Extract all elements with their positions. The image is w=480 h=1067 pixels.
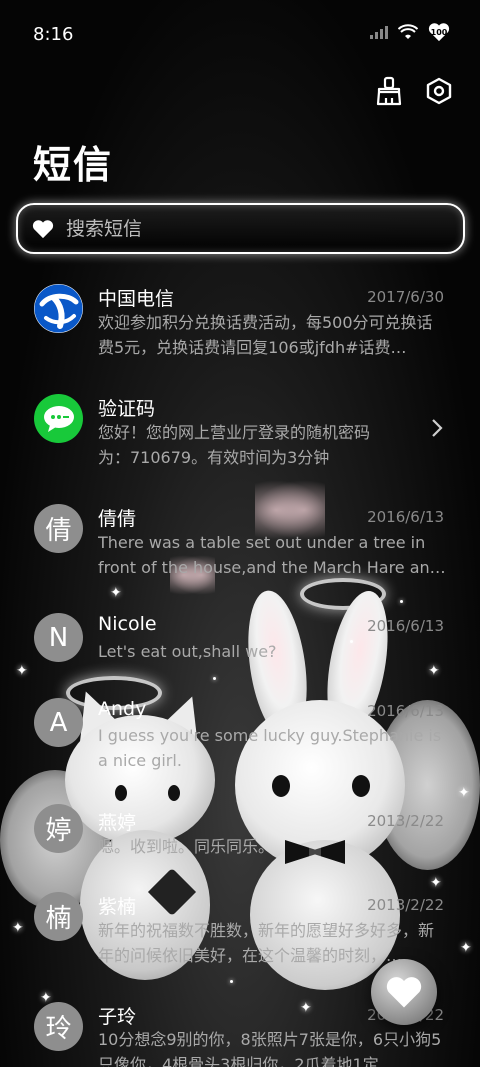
message-preview: Let's eat out,shall we? bbox=[98, 642, 277, 661]
message-date: 2016/6/13 bbox=[367, 617, 444, 635]
contact-name: 紫楠 bbox=[98, 896, 137, 918]
message-date: 2016/6/13 bbox=[367, 702, 444, 720]
message-preview: 欢迎参加积分兑换话费活动，每500分可兑换话费5元，兑换话费请回复106或jfd… bbox=[98, 313, 433, 357]
search-input[interactable] bbox=[66, 217, 426, 240]
message-preview: 10分想念9别的你，8张照片7张是你，6只小狗5只像你，4根骨头3根归你，2爪着… bbox=[98, 1030, 442, 1067]
settings-hexagon-icon[interactable] bbox=[424, 76, 454, 106]
battery-heart-icon: 100 bbox=[428, 22, 450, 42]
message-date: 2013/2/22 bbox=[367, 896, 444, 914]
contact-name: 验证码 bbox=[98, 398, 156, 420]
message-item[interactable]: A Andy 2016/6/13 I guess you're some luc… bbox=[0, 694, 480, 794]
status-bar: 8:16 100 bbox=[0, 0, 480, 68]
message-preview: 您好！您的网上营业厅登录的随机密码为：710679。有效时间为3分钟 bbox=[98, 423, 371, 467]
heart-icon bbox=[386, 977, 422, 1008]
contact-name: 子玲 bbox=[98, 1006, 137, 1028]
chat-bubble-icon bbox=[34, 394, 83, 443]
message-item[interactable]: 验证码 您好！您的网上营业厅登录的随机密码为：710679。有效时间为3分钟 bbox=[0, 386, 480, 486]
broom-icon[interactable] bbox=[374, 76, 404, 106]
avatar: 倩 bbox=[34, 504, 83, 553]
wifi-icon bbox=[398, 24, 418, 39]
message-preview: 嗯。收到啦。同乐同乐。 bbox=[98, 837, 275, 856]
header-actions bbox=[374, 76, 454, 106]
contact-name: 燕婷 bbox=[98, 812, 137, 834]
search-bar[interactable] bbox=[16, 203, 465, 254]
avatar: 玲 bbox=[34, 1002, 83, 1051]
avatar: 婷 bbox=[34, 804, 83, 853]
contact-name: 倩倩 bbox=[98, 508, 137, 530]
heart-icon bbox=[32, 219, 54, 238]
sparkle-dot bbox=[400, 600, 403, 603]
message-date: 2013/2/22 bbox=[367, 812, 444, 830]
message-item[interactable]: 中国电信 2017/6/30 欢迎参加积分兑换话费活动，每500分可兑换话费5元… bbox=[0, 276, 480, 376]
avatar: N bbox=[34, 613, 83, 662]
message-item[interactable]: N Nicole 2016/6/13 Let's eat out,shall w… bbox=[0, 605, 480, 705]
page-title: 短信 bbox=[33, 143, 114, 187]
message-item[interactable]: 倩 倩倩 2016/6/13 There was a table set out… bbox=[0, 496, 480, 596]
message-preview: There was a table set out under a tree i… bbox=[98, 533, 446, 577]
status-time: 8:16 bbox=[33, 24, 74, 45]
message-date: 2016/6/13 bbox=[367, 508, 444, 526]
message-date: 2017/6/30 bbox=[367, 288, 444, 306]
status-icons: 100 bbox=[370, 22, 450, 42]
china-telecom-logo-icon bbox=[34, 284, 83, 333]
avatar: A bbox=[34, 698, 83, 747]
avatar: 楠 bbox=[34, 892, 83, 941]
contact-name: Nicole bbox=[98, 613, 157, 635]
compose-button[interactable] bbox=[371, 959, 437, 1025]
message-preview: I guess you're some lucky guy.Stephanie … bbox=[98, 726, 442, 770]
battery-level: 100 bbox=[430, 27, 448, 37]
contact-name: Andy bbox=[98, 698, 147, 720]
chevron-right-icon[interactable] bbox=[430, 418, 444, 438]
signal-icon bbox=[370, 25, 388, 39]
contact-name: 中国电信 bbox=[98, 288, 175, 310]
